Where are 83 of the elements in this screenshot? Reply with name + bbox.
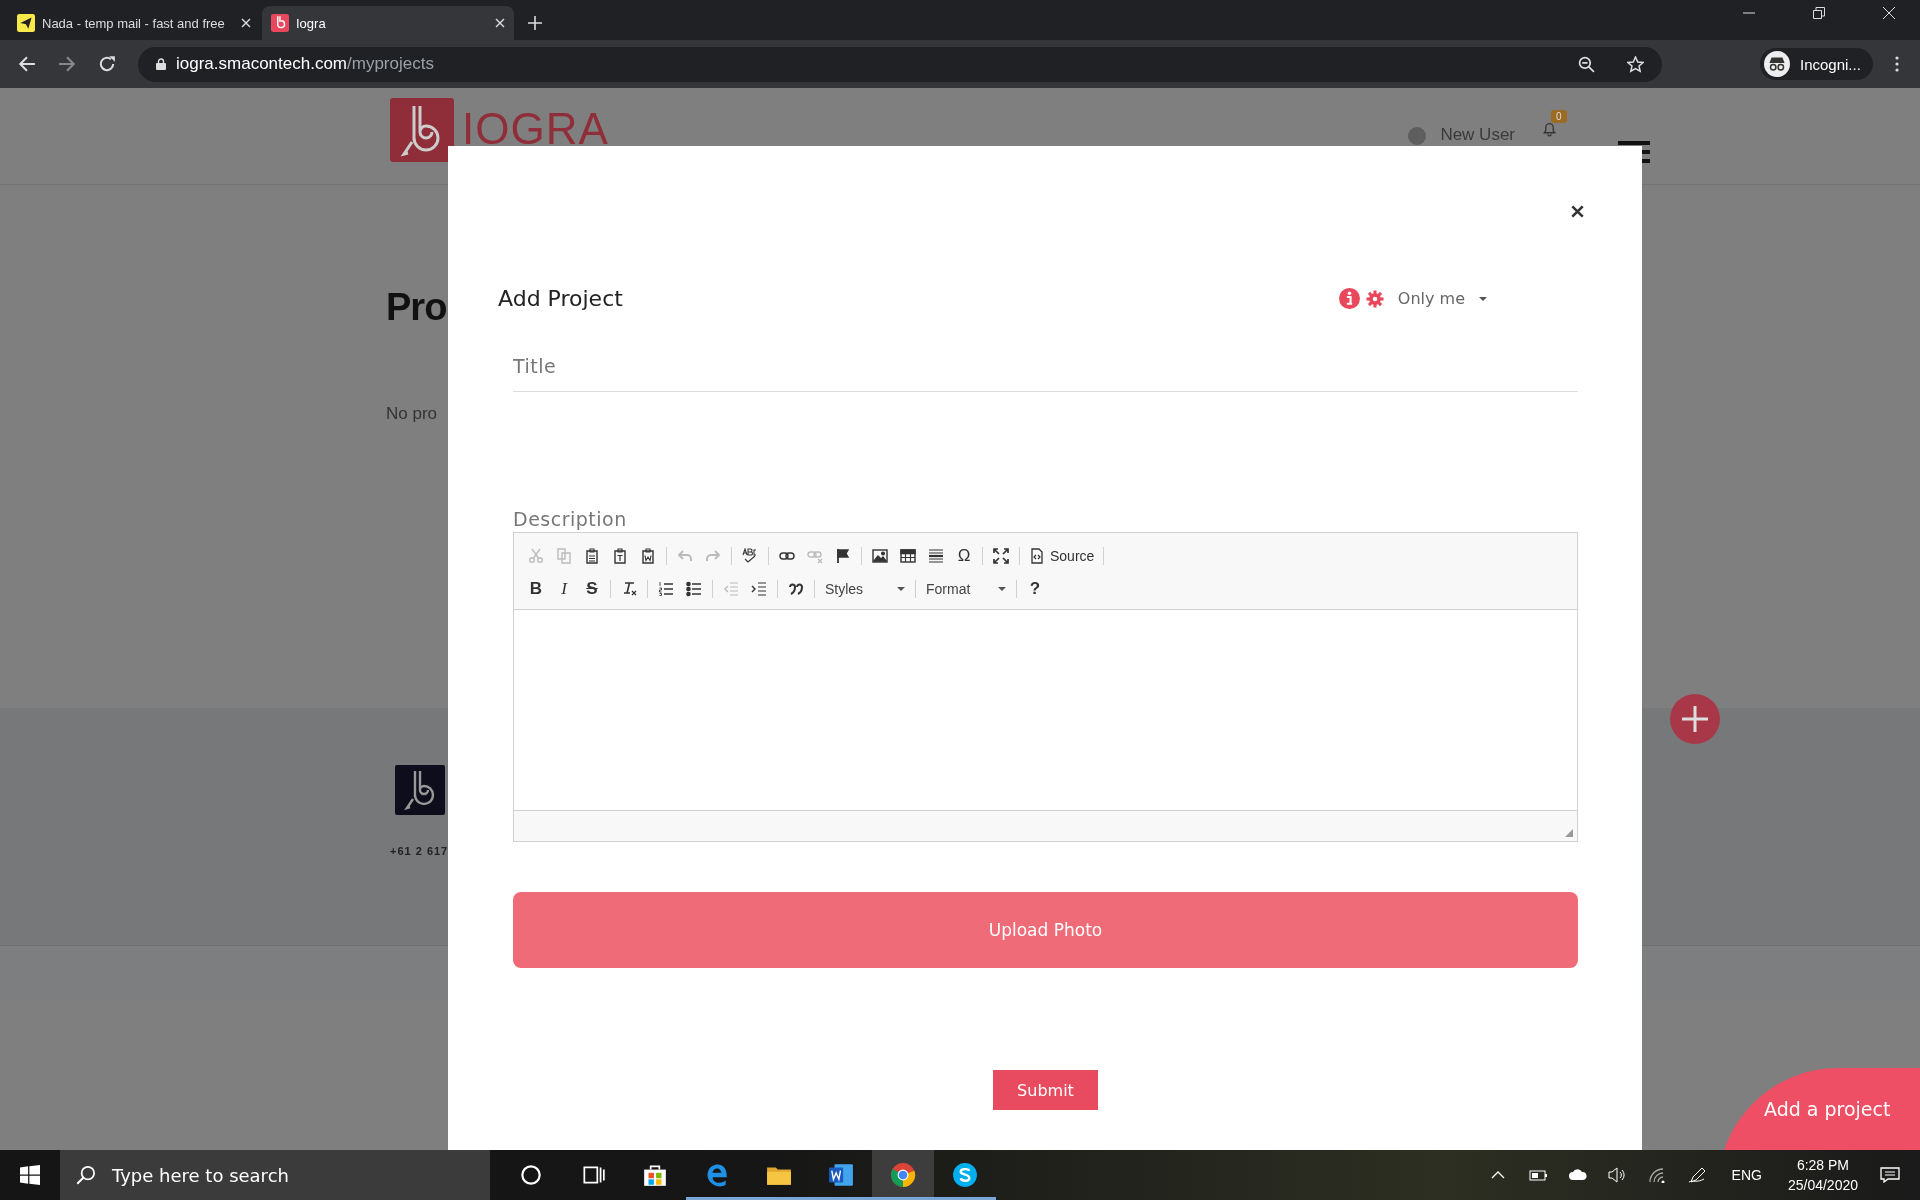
pen-icon[interactable] xyxy=(1687,1167,1708,1183)
caret-icon xyxy=(998,586,1006,591)
bell-icon[interactable] xyxy=(1541,120,1558,137)
profile-button[interactable]: Incogni... xyxy=(1760,48,1873,80)
windows-start-icon[interactable] xyxy=(20,1165,40,1185)
address-field[interactable]: iogra.smacontech.com/myprojects xyxy=(138,46,1662,82)
undo-icon xyxy=(677,547,693,564)
notification-badge: 0 xyxy=(1551,110,1567,123)
toolbar-dropdown[interactable]: Format xyxy=(920,580,1012,597)
toolbar-dropdown[interactable]: Styles xyxy=(819,580,911,597)
clipboard-text-icon xyxy=(612,547,628,564)
clipboard-icon xyxy=(584,547,600,564)
toolbar-button[interactable]: ? xyxy=(1021,575,1049,602)
taskbar-app[interactable] xyxy=(872,1150,934,1200)
toolbar-button[interactable]: S xyxy=(578,575,606,602)
circle-icon xyxy=(518,1162,544,1188)
maximize-icon xyxy=(993,547,1009,564)
language-indicator[interactable]: ENG xyxy=(1731,1167,1762,1183)
resize-grip-icon[interactable] xyxy=(1565,829,1573,837)
indent-icon xyxy=(751,580,767,597)
source-button[interactable]: Source xyxy=(1024,542,1100,569)
new-tab-icon[interactable] xyxy=(528,16,542,30)
browser-icon xyxy=(890,1162,916,1188)
restore-icon[interactable] xyxy=(1813,7,1825,19)
add-icon[interactable] xyxy=(1670,694,1720,744)
close-icon[interactable] xyxy=(1571,205,1584,218)
tab-title: Nada - temp mail - fast and free xyxy=(42,15,226,31)
table-icon xyxy=(900,547,916,564)
forward-icon[interactable] xyxy=(58,55,76,73)
reload-icon[interactable] xyxy=(98,55,116,73)
chat-app-icon xyxy=(952,1162,978,1188)
star-icon[interactable] xyxy=(1627,55,1644,73)
horizontal-line-icon xyxy=(928,547,944,564)
copy-icon xyxy=(556,547,572,564)
info-icon[interactable] xyxy=(1338,288,1360,309)
document-icon xyxy=(1029,547,1045,564)
back-icon[interactable] xyxy=(18,55,36,73)
submit-button[interactable]: Submit xyxy=(993,1070,1098,1110)
menu-icon[interactable] xyxy=(1894,56,1899,72)
incognito-icon xyxy=(1764,51,1790,77)
avatar-icon xyxy=(1408,127,1427,145)
quote-icon xyxy=(788,580,804,597)
document-app-icon xyxy=(828,1162,854,1188)
browser-tab[interactable]: Nada - temp mail - fast and free xyxy=(8,6,260,40)
settings-icon[interactable] xyxy=(1365,289,1384,308)
browser-tab[interactable]: Iogra xyxy=(262,6,514,40)
battery-icon[interactable] xyxy=(1527,1167,1548,1183)
clock-time[interactable]: 6:28 PM xyxy=(1796,1157,1850,1173)
spellcheck-icon xyxy=(742,547,758,564)
flag-icon xyxy=(835,547,851,564)
toolbar-button[interactable]: I xyxy=(550,575,578,602)
search-field[interactable]: Type here to search xyxy=(60,1150,490,1200)
notifications-icon[interactable] xyxy=(1880,1167,1900,1183)
logo-icon xyxy=(395,765,445,815)
dialog-title: Add Project xyxy=(498,286,623,311)
search-icon xyxy=(76,1165,96,1185)
cloud-icon[interactable] xyxy=(1567,1167,1588,1183)
caret-icon xyxy=(897,586,905,591)
description-label: Description xyxy=(513,508,628,530)
phone-number: +61 2 617 xyxy=(390,845,450,857)
clock-date[interactable]: 25/04/2020 xyxy=(1787,1177,1858,1193)
clear-format-icon xyxy=(621,580,637,597)
tab-title: Iogra xyxy=(296,15,327,31)
zoom-icon[interactable] xyxy=(1578,55,1595,73)
bullet-list-icon xyxy=(686,580,702,597)
outdent-icon xyxy=(723,580,739,597)
visibility-dropdown[interactable]: Only me xyxy=(1389,289,1487,308)
logo-icon xyxy=(390,98,454,162)
shopping-bag-icon xyxy=(642,1162,668,1188)
caret-icon xyxy=(1479,296,1487,301)
empty-message: No pro xyxy=(386,404,438,424)
numbered-list-icon xyxy=(658,580,674,597)
paper-plane-icon xyxy=(17,14,35,32)
toolbar-button[interactable]: B xyxy=(522,575,550,602)
redo-icon xyxy=(705,547,721,564)
image-icon xyxy=(872,547,888,564)
toolbar-button[interactable]: Ω xyxy=(950,542,978,569)
clipboard-word-icon xyxy=(640,547,656,564)
logo-icon xyxy=(271,14,289,32)
lock-icon xyxy=(156,58,166,70)
page-heading: Pro xyxy=(386,286,447,329)
scissors-icon xyxy=(528,547,544,564)
speaker-icon[interactable] xyxy=(1607,1167,1628,1183)
